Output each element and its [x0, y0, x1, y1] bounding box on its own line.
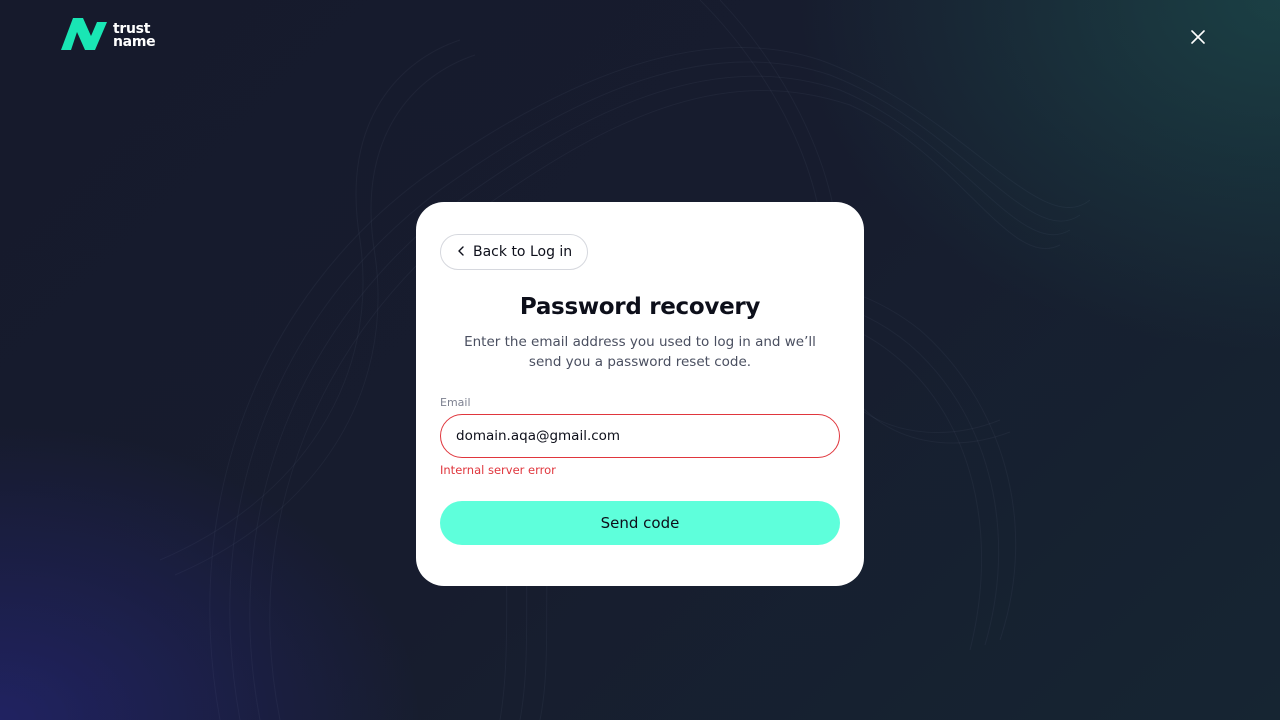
back-to-login-button[interactable]: Back to Log in — [440, 234, 589, 270]
back-to-login-label: Back to Log in — [473, 244, 573, 260]
password-recovery-dialog: Back to Log in Password recovery Enter t… — [416, 202, 864, 586]
chevron-left-icon — [457, 244, 465, 260]
close-button[interactable] — [1188, 28, 1208, 48]
email-label: Email — [440, 396, 471, 409]
email-error-message: Internal server error — [440, 463, 556, 477]
page-subtitle: Enter the email address you used to log … — [464, 334, 816, 370]
email-field[interactable]: domain.aqa@gmail.com — [440, 414, 840, 458]
email-value: domain.aqa@gmail.com — [456, 428, 621, 444]
brand-line2: name — [113, 34, 156, 50]
send-code-label: Send code — [600, 514, 680, 532]
brand-logo[interactable]: trust name — [61, 18, 156, 54]
page-title: Password recovery — [519, 294, 761, 320]
brand-wordmark: trust name — [113, 22, 156, 50]
trustname-logo-icon — [61, 18, 109, 54]
close-icon — [1191, 29, 1205, 48]
send-code-button[interactable]: Send code — [440, 501, 840, 545]
